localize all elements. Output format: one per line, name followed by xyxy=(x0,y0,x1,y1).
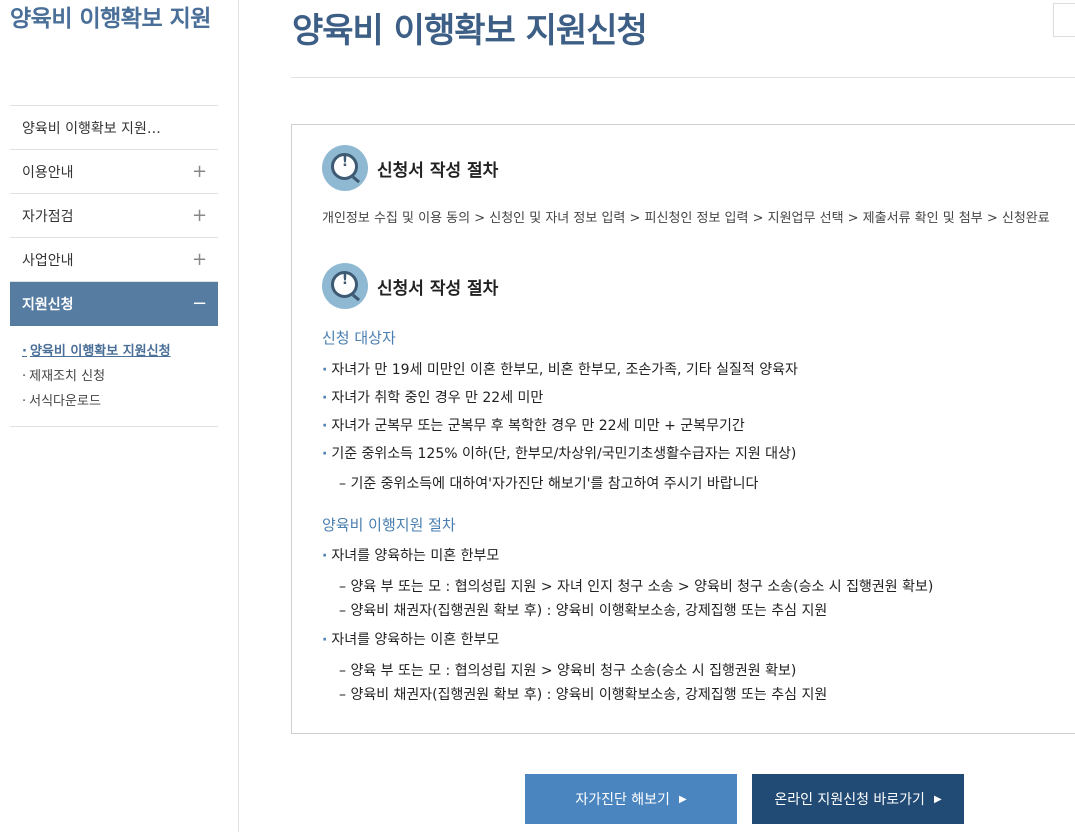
exclamation-mark: ! xyxy=(341,272,349,288)
exclamation-mark: ! xyxy=(341,154,349,170)
sidebar-submenu: · 양육비 이행확보 지원신청 · 제재조치 신청 · 서식다운로드 xyxy=(10,326,218,427)
arrow-right-icon: ▶ xyxy=(678,793,687,805)
self-diagnosis-button[interactable]: 자가진단 해보기 ▶ xyxy=(525,774,737,824)
bullet-dot: · xyxy=(322,390,328,406)
sidebar-item-self-check[interactable]: 자가점검 + xyxy=(10,194,218,238)
sidebar-item-label: 지원신청 xyxy=(22,296,74,313)
list-item: · 기준 중위소득 125% 이하(단, 한부모/차상위/국민기초생활수급자는 지… xyxy=(322,443,796,463)
list-item: · 자녀가 군복무 또는 군복무 후 복학한 경우 만 22세 미만 + 군복무기… xyxy=(322,415,745,435)
sidebar-item-label: 자가점검 xyxy=(22,208,74,225)
sidebar-title: 양육비 이행확보 지원 xyxy=(10,6,211,32)
list-item-text: 자녀가 군복무 또는 군복무 후 복학한 경우 만 22세 미만 + 군복무기간 xyxy=(331,418,745,434)
bullet-dot: · xyxy=(22,344,27,359)
sidebar-item-label: 사업안내 xyxy=(22,252,74,269)
list-item-text: 자녀가 만 19세 미만인 이혼 한부모, 비혼 한부모, 조손가족, 기타 실… xyxy=(331,362,798,378)
eligibility-title: 신청 대상자 xyxy=(322,329,396,347)
procedure-title: 양육비 이행지원 절차 xyxy=(322,516,456,534)
sidebar-item-label: 이용안내 xyxy=(22,164,74,181)
list-item-text: 자녀를 양육하는 이혼 한부모 xyxy=(331,632,500,648)
button-label: 온라인 지원신청 바로가기 xyxy=(774,792,925,808)
list-item: · 자녀를 양육하는 이혼 한부모 xyxy=(322,629,499,649)
bullet-dot: · xyxy=(322,446,328,462)
plus-icon: + xyxy=(192,161,208,182)
content-box: ! 신청서 작성 절차 개인정보 수집 및 이용 동의 > 신청인 및 자녀 정… xyxy=(291,124,1075,734)
bullet-dot: · xyxy=(22,369,27,384)
bullet-dot: · xyxy=(322,548,328,564)
sidebar-item-business[interactable]: 사업안내 + xyxy=(10,238,218,282)
section-title: 신청서 작성 절차 xyxy=(377,160,499,181)
list-subitem: – 양육 부 또는 모 : 협의성립 지원 > 양육비 청구 소송(승소 시 집… xyxy=(339,663,797,679)
section-title: 신청서 작성 절차 xyxy=(377,278,499,299)
sidebar-item-apply[interactable]: 지원신청 − xyxy=(10,282,218,326)
application-steps: 개인정보 수집 및 이용 동의 > 신청인 및 자녀 정보 입력 > 피신청인 … xyxy=(322,211,1050,226)
submenu-item-forms-download[interactable]: · 서식다운로드 xyxy=(22,389,218,414)
list-subitem: – 양육 부 또는 모 : 협의성립 지원 > 자녀 인지 청구 소송 > 양육… xyxy=(339,579,934,595)
title-divider xyxy=(291,77,1075,78)
sidebar-item-support[interactable]: 양육비 이행확보 지원… xyxy=(10,106,218,150)
list-item: · 자녀가 만 19세 미만인 이혼 한부모, 비혼 한부모, 조손가족, 기타 … xyxy=(322,359,798,379)
page-title: 양육비 이행확보 지원신청 xyxy=(292,11,648,51)
question-bubble-icon: ! xyxy=(322,145,368,191)
list-item-text: 기준 중위소득 125% 이하(단, 한부모/차상위/국민기초생활수급자는 지원… xyxy=(331,446,797,462)
list-item-text: 자녀가 취학 중인 경우 만 22세 미만 xyxy=(331,390,544,406)
online-apply-button[interactable]: 온라인 지원신청 바로가기 ▶ xyxy=(752,774,964,824)
arrow-right-icon: ▶ xyxy=(933,793,942,805)
bullet-dot: · xyxy=(322,632,328,648)
minus-icon: − xyxy=(192,293,208,314)
section-heading: ! 신청서 작성 절차 xyxy=(322,145,498,191)
button-label: 자가진단 해보기 xyxy=(575,792,670,808)
plus-icon: + xyxy=(192,205,208,226)
list-subitem: – 양육비 채권자(집행권원 확보 후) : 양육비 이행확보소송, 강제집행 … xyxy=(339,603,828,619)
list-item: · 자녀를 양육하는 미혼 한부모 xyxy=(322,545,499,565)
sidebar-item-guide[interactable]: 이용안내 + xyxy=(10,150,218,194)
bullet-dot: · xyxy=(22,394,27,409)
list-item-text: 자녀를 양육하는 미혼 한부모 xyxy=(331,548,500,564)
sidebar-menu: 양육비 이행확보 지원… 이용안내 + 자가점검 + 사업안내 + 지원신청 −… xyxy=(10,105,218,427)
eligibility-note: – 기준 중위소득에 대하여'자가진단 해보기'를 참고하여 주시기 바랍니다 xyxy=(339,476,759,492)
list-subitem: – 양육비 채권자(집행권원 확보 후) : 양육비 이행확보소송, 강제집행 … xyxy=(339,687,828,703)
list-item: · 자녀가 취학 중인 경우 만 22세 미만 xyxy=(322,387,543,407)
submenu-item-support-apply[interactable]: · 양육비 이행확보 지원신청 xyxy=(22,339,218,364)
print-button[interactable] xyxy=(1053,3,1075,37)
bullet-dot: · xyxy=(322,362,328,378)
submenu-item-label: 양육비 이행확보 지원신청 xyxy=(29,344,171,359)
bullet-dot: · xyxy=(322,418,328,434)
submenu-item-sanction-apply[interactable]: · 제재조치 신청 xyxy=(22,364,218,389)
submenu-item-label: 서식다운로드 xyxy=(29,394,101,409)
section-heading: ! 신청서 작성 절차 xyxy=(322,263,498,309)
submenu-item-label: 제재조치 신청 xyxy=(29,369,106,384)
question-bubble-icon: ! xyxy=(322,263,368,309)
plus-icon: + xyxy=(192,249,208,270)
sidebar: 양육비 이행확보 지원 양육비 이행확보 지원… 이용안내 + 자가점검 + 사… xyxy=(0,0,239,832)
sidebar-item-label: 양육비 이행확보 지원… xyxy=(22,120,161,137)
